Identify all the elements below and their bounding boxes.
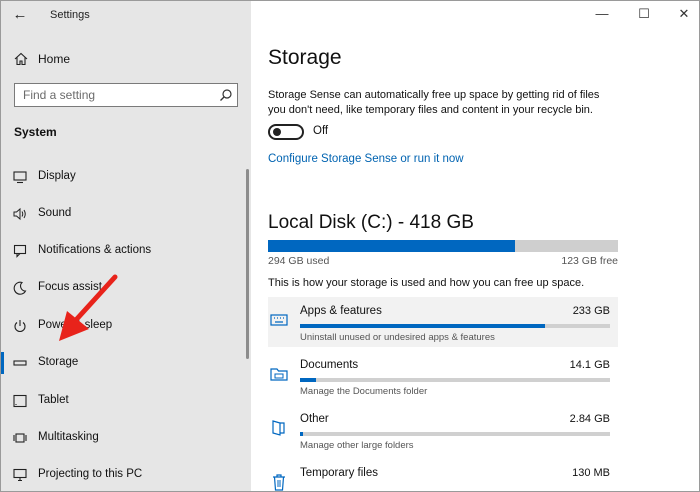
sidebar-item-multitasking[interactable]: Multitasking xyxy=(1,423,251,453)
category-name: Documents xyxy=(300,359,359,371)
home-icon xyxy=(14,52,28,66)
category-size: 233 GB xyxy=(572,305,610,317)
category-temporary-files[interactable]: Temporary files 130 MB xyxy=(268,459,618,491)
sidebar-item-label: Sound xyxy=(38,207,72,219)
sidebar-item-sound[interactable]: Sound xyxy=(1,199,251,229)
category-subtitle: Uninstall unused or undesired apps & fea… xyxy=(300,332,495,343)
toggle-knob xyxy=(273,128,281,136)
notifications-icon xyxy=(13,244,27,258)
projecting-icon xyxy=(13,468,27,482)
disk-free-label: 123 GB free xyxy=(561,255,618,267)
category-usage-bar xyxy=(300,324,610,328)
folder-icon xyxy=(270,368,288,381)
sidebar-item-storage[interactable]: Storage xyxy=(1,348,251,378)
sidebar-scrollbar[interactable] xyxy=(246,169,249,359)
maximize-icon[interactable]: ☐ xyxy=(635,6,653,22)
category-name: Apps & features xyxy=(300,305,382,317)
category-usage-bar xyxy=(300,432,610,436)
category-other[interactable]: Other 2.84 GB Manage other large folders xyxy=(268,405,618,455)
active-indicator xyxy=(1,352,4,374)
toggle-state-label: Off xyxy=(313,125,329,137)
power-icon xyxy=(14,320,26,333)
sidebar-item-label: Display xyxy=(38,170,76,182)
section-title-system: System xyxy=(14,125,57,139)
disk-usage-fill xyxy=(268,240,515,252)
page-title: Storage xyxy=(268,46,342,69)
trash-icon xyxy=(273,474,285,491)
red-arrow-icon xyxy=(59,274,118,341)
storage-info-line: This is how your storage is used and how… xyxy=(268,277,585,289)
sidebar-item-label: Notifications & actions xyxy=(38,244,152,256)
configure-storage-sense-link[interactable]: Configure Storage Sense or run it now xyxy=(268,153,464,165)
other-files-icon xyxy=(272,420,285,436)
storage-drive-icon xyxy=(13,360,27,366)
monitor-icon xyxy=(13,171,27,184)
disk-used-label: 294 GB used xyxy=(268,255,330,267)
sidebar: ← Settings Home System Display xyxy=(1,1,251,491)
sidebar-item-display[interactable]: Display xyxy=(1,162,251,192)
app-title: Settings xyxy=(50,9,90,21)
search-icon[interactable] xyxy=(219,88,233,102)
sidebar-item-projecting[interactable]: Projecting to this PC xyxy=(1,460,251,490)
search-input[interactable] xyxy=(15,84,211,106)
category-usage-fill xyxy=(300,432,304,436)
search-box[interactable] xyxy=(14,83,238,107)
window-controls: — ☐ ✕ xyxy=(571,1,699,29)
sidebar-item-tablet[interactable]: Tablet xyxy=(1,386,251,416)
moon-icon xyxy=(13,281,27,295)
minimize-icon[interactable]: — xyxy=(593,6,611,22)
disk-title: Local Disk (C:) - 418 GB xyxy=(268,212,474,233)
main-panel: — ☐ ✕ Storage Storage Sense can automati… xyxy=(251,1,699,491)
category-name: Other xyxy=(300,413,329,425)
category-usage-bar xyxy=(300,378,610,382)
category-documents[interactable]: Documents 14.1 GB Manage the Documents f… xyxy=(268,351,618,401)
category-size: 2.84 GB xyxy=(569,413,610,425)
category-size: 130 MB xyxy=(572,467,610,479)
category-size: 14.1 GB xyxy=(569,359,610,371)
home-nav-item[interactable]: Home xyxy=(1,49,251,71)
sidebar-item-label: Multitasking xyxy=(38,431,99,443)
category-apps-features[interactable]: Apps & features 233 GB Uninstall unused … xyxy=(268,297,618,347)
category-name: Temporary files xyxy=(300,467,378,479)
disk-usage-bar xyxy=(268,240,618,252)
sidebar-item-label: Projecting to this PC xyxy=(38,468,143,480)
category-usage-fill xyxy=(300,378,316,382)
close-icon[interactable]: ✕ xyxy=(675,6,693,22)
speaker-icon xyxy=(13,207,26,221)
settings-window: ← Settings Home System Display xyxy=(0,0,700,492)
category-subtitle: Manage other large folders xyxy=(300,440,414,451)
back-arrow-icon[interactable]: ← xyxy=(9,6,31,24)
category-usage-fill xyxy=(300,324,545,328)
tablet-icon xyxy=(13,394,27,408)
category-subtitle: Manage the Documents folder xyxy=(300,386,428,397)
title-bar: ← Settings xyxy=(1,1,251,29)
sidebar-item-label: Tablet xyxy=(38,394,69,406)
sidebar-item-label: Storage xyxy=(38,356,79,368)
home-label: Home xyxy=(38,52,71,66)
storage-sense-description: Storage Sense can automatically free up … xyxy=(268,89,600,116)
multitasking-icon xyxy=(13,433,27,443)
sidebar-item-notifications[interactable]: Notifications & actions xyxy=(1,236,251,266)
keyboard-icon xyxy=(270,314,288,326)
storage-sense-toggle[interactable] xyxy=(268,124,304,140)
